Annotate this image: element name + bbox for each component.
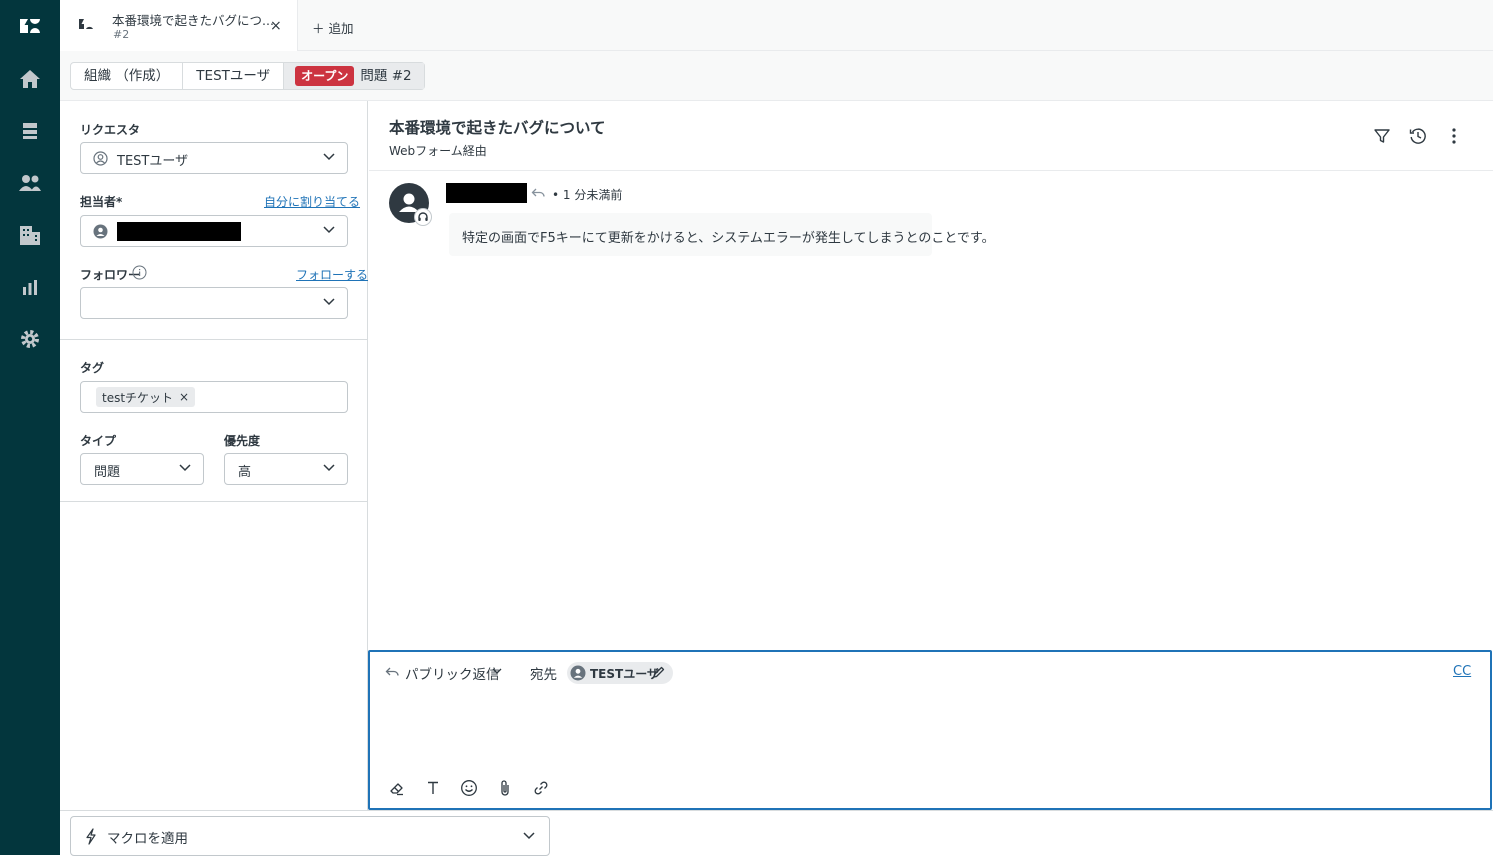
recipient-name: TESTユーザ [590,667,659,681]
tag-chip: testチケット × [96,387,196,407]
tag-remove-icon[interactable]: × [179,390,189,404]
views-icon[interactable] [17,118,43,144]
message-body: 特定の画面でF5キーにて更新をかけると、システムエラーが発生してしまうとのことで… [462,231,995,246]
lightning-icon [85,828,97,845]
agent-avatar-icon [93,224,108,239]
type-label: タイプ [80,434,117,448]
chevron-down-icon [492,668,502,675]
more-options-icon[interactable] [1446,127,1462,145]
attachment-icon[interactable] [495,778,515,798]
requester-label: リクエスタ [80,123,141,137]
chevron-down-icon [323,298,335,306]
tab-ticket-number: #2 [113,28,130,41]
chevron-down-icon [179,464,191,472]
breadcrumb-organization[interactable]: 組織 （作成） [71,63,184,89]
cc-link[interactable]: CC [1453,664,1471,679]
emoji-icon[interactable] [459,778,479,798]
message-timestamp: • 1 分未満前 [552,188,623,202]
recipient-avatar-icon [570,665,586,681]
followers-label: フォロワー [80,268,141,282]
assignee-label: 担当者* [80,195,123,209]
history-icon[interactable] [1409,127,1427,145]
assignee-field[interactable] [80,215,348,247]
chevron-down-icon [323,226,335,234]
requester-value: TESTユーザ [117,154,189,169]
tab-title: 本番環境で起きたバグにつ... [112,13,274,28]
main-nav [0,0,60,855]
to-label: 宛先 [530,667,557,683]
breadcrumb-user[interactable]: TESTユーザ [183,63,285,89]
chevron-down-icon [523,832,535,840]
tag-label: testチケット [102,390,174,405]
admin-gear-icon[interactable] [17,326,43,352]
ticket-label: 問題 #2 [360,68,412,84]
assign-to-self-link[interactable]: 自分に割り当てる [264,193,360,210]
reply-arrow-icon [531,187,545,199]
chevron-down-icon [323,153,335,161]
text-format-icon[interactable] [423,778,443,798]
organizations-icon[interactable] [17,222,43,248]
add-tab-button[interactable]: ＋ 追加 [312,18,353,37]
chevron-down-icon [323,464,335,472]
info-icon[interactable] [132,265,147,280]
breadcrumb-ticket[interactable]: オープン 問題 #2 [284,63,424,89]
tags-label: タグ [80,361,105,375]
status-badge: オープン [295,66,355,86]
ticket-tab-icon [78,17,94,31]
priority-label: 優先度 [224,434,261,448]
home-icon[interactable] [17,66,43,92]
followers-field[interactable] [80,287,348,319]
ticket-subject: 本番環境で起きたバグについて [389,119,606,137]
section-divider [60,501,368,502]
filter-icon[interactable] [1373,127,1391,145]
section-divider [60,339,368,340]
reporting-icon[interactable] [17,274,43,300]
priority-select[interactable]: 高 [224,453,348,485]
tags-field[interactable]: testチケット × [80,381,348,413]
link-icon[interactable] [531,778,551,798]
requester-field[interactable]: TESTユーザ [80,142,348,174]
reply-type-dropdown[interactable]: パブリック返信 [405,663,500,683]
macro-label: マクロを適用 [107,831,188,847]
ticket-channel: Webフォーム経由 [389,144,487,158]
breadcrumb: 組織 （作成） TESTユーザ オープン 問題 #2 [70,62,425,90]
follow-link[interactable]: フォローする [296,266,368,283]
customers-icon[interactable] [17,170,43,196]
tab-close-button[interactable]: × [270,18,282,34]
logo-icon[interactable] [17,13,43,39]
type-select[interactable]: 問題 [80,453,204,485]
author-name-redacted [446,183,527,203]
eraser-icon[interactable] [387,778,407,798]
user-icon [93,151,108,166]
reply-arrow-icon [385,666,399,678]
agent-headset-icon [414,208,432,226]
priority-value: 高 [238,465,252,480]
type-value: 問題 [94,465,121,480]
assignee-name-redacted [117,222,241,241]
